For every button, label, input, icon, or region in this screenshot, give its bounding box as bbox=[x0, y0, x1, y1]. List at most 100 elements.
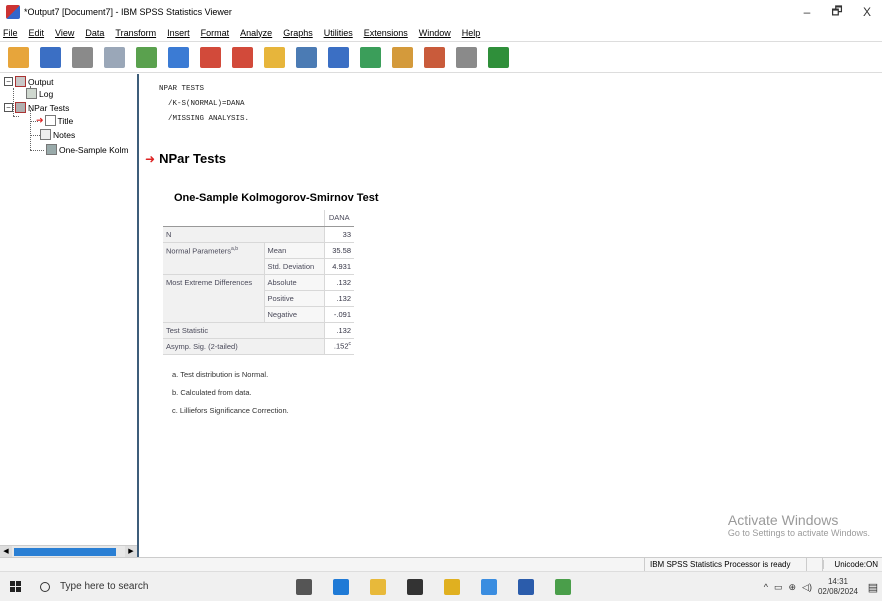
menu-help[interactable]: Help bbox=[462, 28, 481, 38]
network-icon[interactable]: ⊕ bbox=[788, 582, 796, 593]
footnote: c. Lilliefors Significance Correction. bbox=[172, 406, 289, 415]
goto-data-icon[interactable] bbox=[168, 46, 189, 68]
scrollbar-thumb[interactable] bbox=[14, 548, 116, 556]
menu-graphs[interactable]: Graphs bbox=[283, 28, 313, 38]
pinned-apps bbox=[296, 578, 592, 595]
open-icon[interactable] bbox=[8, 46, 29, 68]
table-row: N 33 bbox=[163, 226, 354, 243]
search-icon bbox=[40, 581, 50, 592]
menu-view[interactable]: View bbox=[55, 28, 74, 38]
selected-arrow-icon: ➜ bbox=[145, 151, 156, 166]
row-sublabel: Mean bbox=[263, 242, 324, 259]
navigator-horizontal-scrollbar[interactable]: ◀ ▶ bbox=[0, 545, 137, 558]
tree-label-title: Title bbox=[57, 115, 74, 126]
menu-window[interactable]: Window bbox=[419, 28, 451, 38]
cell-value: 4.931 bbox=[323, 258, 354, 275]
menu-insert[interactable]: Insert bbox=[167, 28, 190, 38]
battery-icon[interactable]: ▭ bbox=[774, 582, 783, 593]
title-bar: *Output7 [Document7] - IBM SPSS Statisti… bbox=[0, 0, 882, 24]
designate-window-icon[interactable] bbox=[392, 46, 413, 68]
undo-icon[interactable] bbox=[200, 46, 221, 68]
clock[interactable]: 14:31 02/08/2024 bbox=[818, 577, 858, 597]
hide-icon[interactable] bbox=[456, 46, 477, 68]
close-button[interactable]: X bbox=[852, 0, 882, 24]
table-row: Normal Parametersa,b Mean 35.58 bbox=[163, 242, 354, 275]
tree-item-one-sample[interactable]: One-Sample Kolm bbox=[46, 144, 128, 155]
expand-icon[interactable] bbox=[488, 46, 509, 68]
title-icon bbox=[44, 115, 56, 126]
windows-taskbar: Type here to search ^ ▭ ⊕ ◁) 14:31 02/08… bbox=[0, 571, 882, 601]
start-button[interactable] bbox=[0, 572, 30, 601]
print-icon[interactable] bbox=[72, 46, 93, 68]
activation-watermark: Activate Windows Go to Settings to activ… bbox=[727, 512, 870, 538]
tree-item-title[interactable]: ➜ Title bbox=[36, 115, 73, 126]
row-label: N bbox=[163, 226, 324, 243]
encoding-status: Unicode:ON bbox=[823, 560, 878, 569]
tree-item-notes[interactable]: Notes bbox=[40, 129, 75, 140]
npar-heading[interactable]: ➜ NPar Tests bbox=[145, 151, 226, 166]
tree-item-log[interactable]: Log bbox=[26, 88, 53, 99]
toolbar bbox=[0, 41, 882, 73]
volume-icon[interactable]: ◁) bbox=[802, 582, 812, 593]
sticky-notes-icon[interactable] bbox=[444, 578, 460, 595]
file-explorer-icon[interactable] bbox=[370, 578, 386, 595]
insert-output-icon[interactable] bbox=[360, 46, 381, 68]
minimize-button[interactable]: – bbox=[792, 0, 822, 24]
section-title: NPar Tests bbox=[159, 151, 227, 166]
cell-value: 35.58 bbox=[323, 242, 354, 259]
tree-item-output[interactable]: − Output bbox=[4, 76, 54, 87]
menu-utilities[interactable]: Utilities bbox=[324, 28, 353, 38]
menu-format[interactable]: Format bbox=[201, 28, 230, 38]
spss-data-icon[interactable] bbox=[555, 578, 571, 595]
collapse-icon[interactable]: − bbox=[4, 103, 13, 112]
word-icon[interactable] bbox=[518, 578, 534, 595]
edge-icon[interactable] bbox=[333, 578, 349, 595]
menu-extensions[interactable]: Extensions bbox=[364, 28, 408, 38]
book-icon bbox=[15, 102, 26, 113]
pivot-table-icon bbox=[46, 144, 57, 155]
goto-variable-icon[interactable] bbox=[296, 46, 317, 68]
redo-icon[interactable] bbox=[232, 46, 253, 68]
mail-icon[interactable] bbox=[407, 578, 423, 595]
export-icon[interactable] bbox=[136, 46, 157, 68]
tree-item-npar-tests[interactable]: − NPar Tests bbox=[4, 102, 69, 113]
notifications-icon[interactable]: ▤ bbox=[864, 581, 882, 594]
chrome-icon[interactable] bbox=[481, 578, 497, 595]
cell-value: -.091 bbox=[323, 306, 354, 323]
column-header: DANA bbox=[323, 210, 354, 227]
save-icon[interactable] bbox=[40, 46, 61, 68]
row-label: Most Extreme Differences bbox=[163, 274, 264, 323]
collapse-icon[interactable]: − bbox=[4, 77, 13, 86]
cell-value: .132 bbox=[323, 274, 354, 291]
row-label: Normal Parametersa,b bbox=[163, 242, 264, 275]
menu-edit[interactable]: Edit bbox=[29, 28, 45, 38]
selected-arrow-icon: ➜ bbox=[36, 115, 44, 125]
show-all-icon[interactable] bbox=[424, 46, 445, 68]
log-icon bbox=[26, 88, 37, 99]
menu-transform[interactable]: Transform bbox=[115, 28, 156, 38]
menu-data[interactable]: Data bbox=[85, 28, 104, 38]
variables-icon[interactable] bbox=[328, 46, 349, 68]
tree-label-notes: Notes bbox=[53, 129, 76, 140]
row-sublabel: Positive bbox=[263, 290, 324, 307]
tree-label-one-sample: One-Sample Kolm bbox=[59, 144, 129, 155]
windows-logo-icon bbox=[9, 581, 21, 592]
maximize-button[interactable]: 🗗 bbox=[822, 0, 852, 24]
menu-file[interactable]: File bbox=[3, 28, 18, 38]
ks-test-table[interactable]: DANA N 33 Normal Parametersa,b Mean 35.5… bbox=[163, 210, 354, 355]
tree-label-output: Output bbox=[28, 76, 54, 87]
print-preview-icon[interactable] bbox=[104, 46, 125, 68]
task-view-icon[interactable] bbox=[296, 578, 312, 595]
row-sublabel: Negative bbox=[263, 306, 324, 323]
system-tray: ^ ▭ ⊕ ◁) 14:31 02/08/2024 ▤ bbox=[764, 572, 882, 601]
status-bar: IBM SPSS Statistics Processor is ready U… bbox=[0, 557, 882, 572]
taskbar-search[interactable]: Type here to search bbox=[30, 572, 260, 601]
goto-case-icon[interactable] bbox=[264, 46, 285, 68]
cell-value: .152c bbox=[323, 338, 354, 355]
table-row: Test Statistic .132 bbox=[163, 322, 354, 339]
footnote: b. Calculated from data. bbox=[172, 388, 252, 397]
menu-analyze[interactable]: Analyze bbox=[240, 28, 272, 38]
tree-label-npar-tests: NPar Tests bbox=[28, 102, 70, 113]
table-title: One-Sample Kolmogorov-Smirnov Test bbox=[174, 192, 379, 204]
chevron-up-icon[interactable]: ^ bbox=[764, 582, 768, 592]
